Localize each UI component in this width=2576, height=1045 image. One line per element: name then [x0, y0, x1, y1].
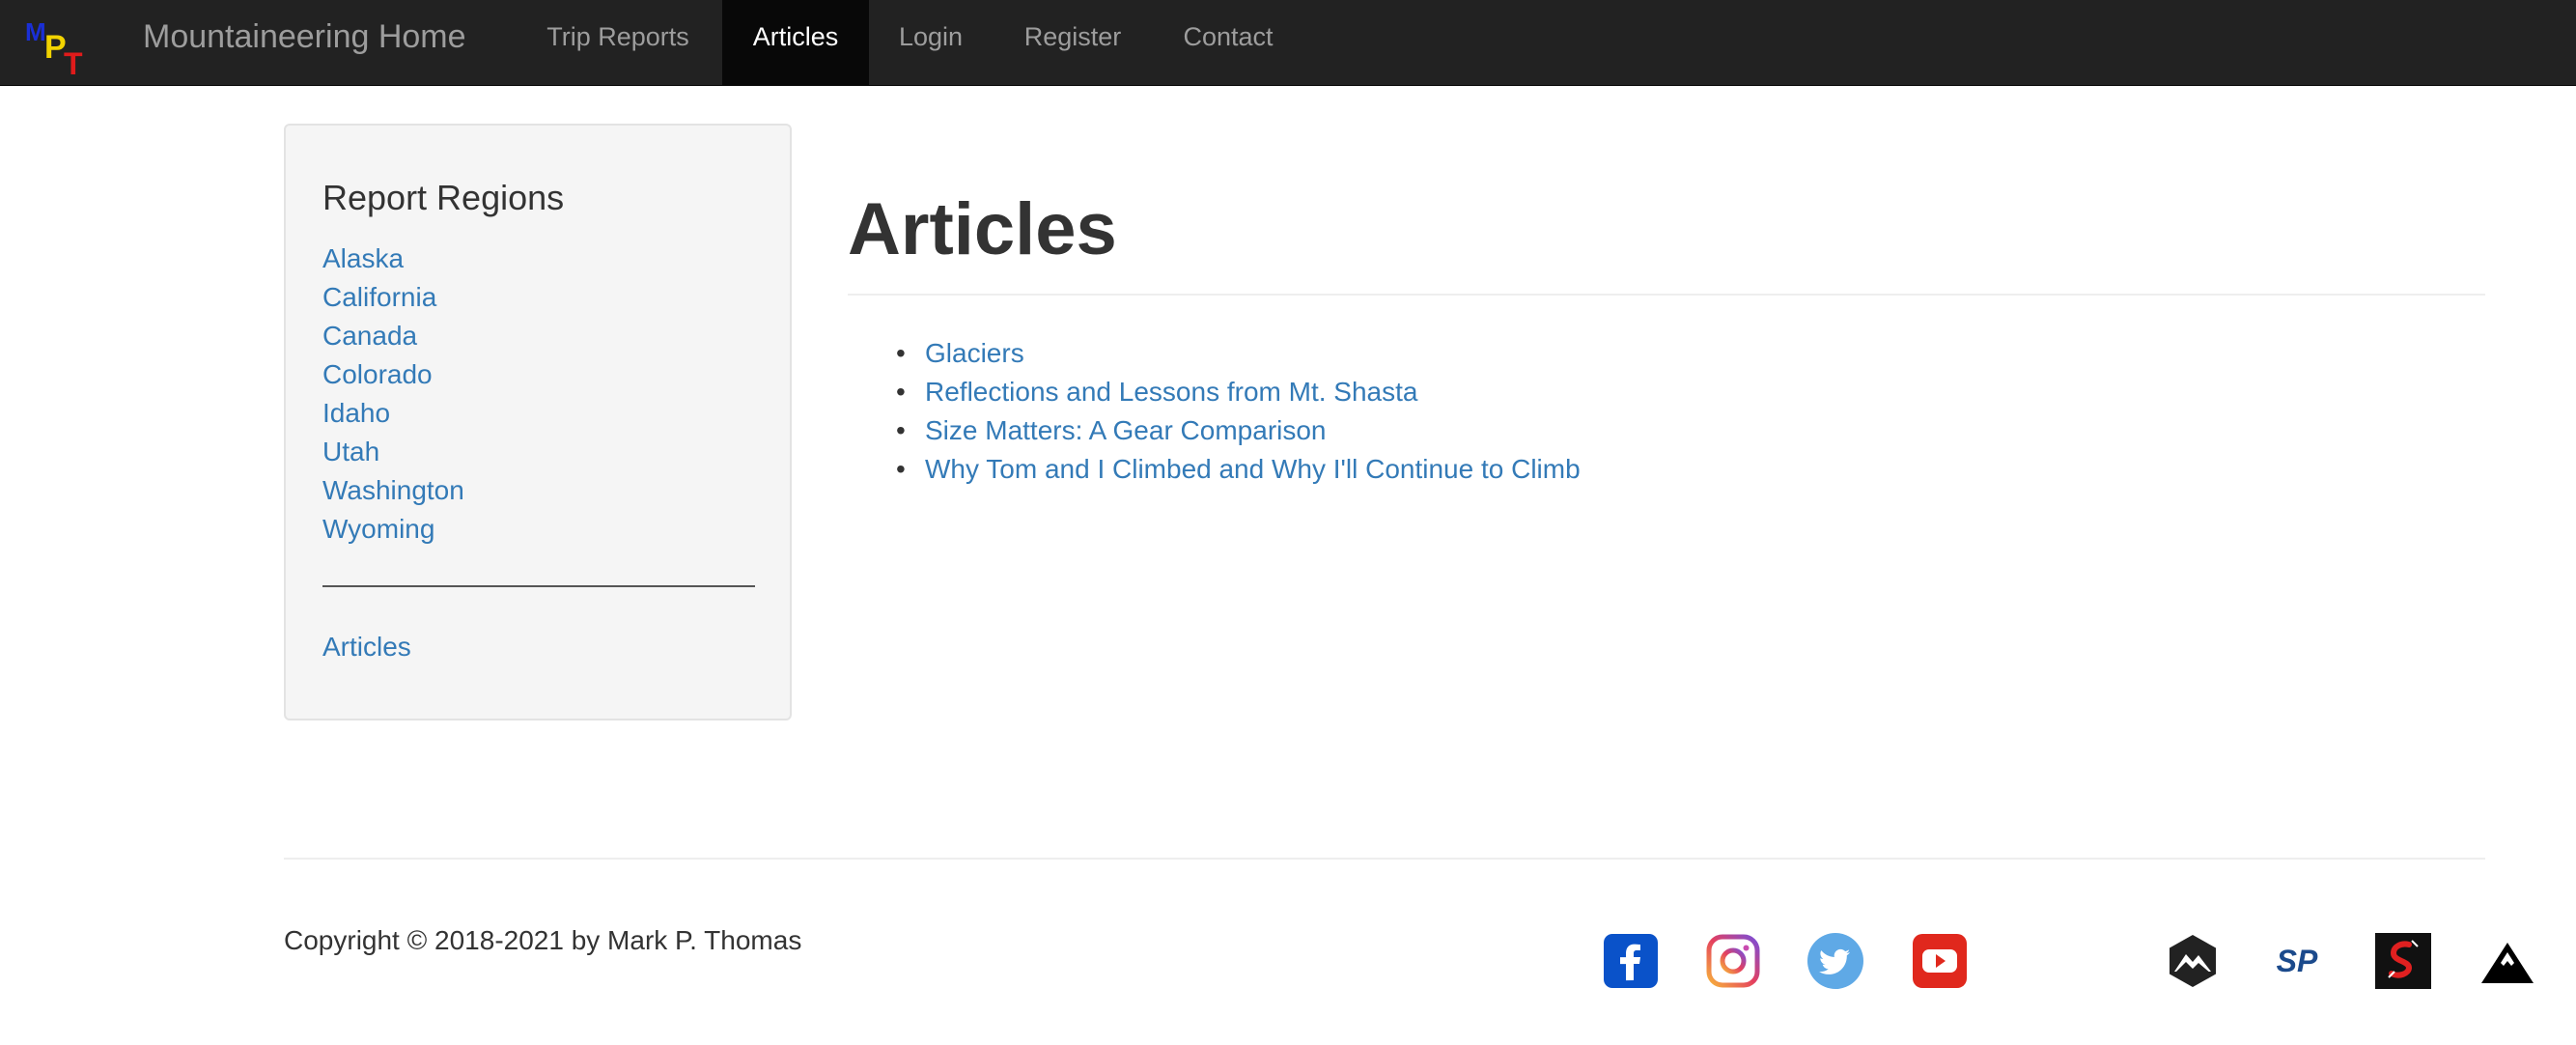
title-divider: [848, 294, 2485, 296]
list-item: Idaho: [322, 394, 464, 433]
region-link-idaho[interactable]: Idaho: [322, 398, 390, 428]
list-item: • Size Matters: A Gear Comparison: [896, 411, 1581, 450]
region-link-california[interactable]: California: [322, 282, 436, 312]
bullet-icon: •: [896, 454, 906, 484]
region-list: Alaska California Canada Colorado Idaho …: [322, 240, 464, 549]
sidebar-heading: Report Regions: [322, 178, 565, 217]
copyright-text: Copyright © 2018-2021 by Mark P. Thomas: [284, 925, 802, 955]
sidebar-articles-link[interactable]: Articles: [322, 632, 411, 662]
svg-text:SP: SP: [2277, 944, 2318, 978]
twitter-icon[interactable]: [1807, 933, 1863, 989]
nav-home-link[interactable]: Mountaineering Home: [143, 0, 466, 86]
list-item: Canada: [322, 317, 464, 355]
summitpost-icon[interactable]: SP: [2269, 933, 2325, 989]
sidebar-divider: [322, 585, 755, 587]
region-link-canada[interactable]: Canada: [322, 321, 417, 351]
list-item: Wyoming: [322, 510, 464, 549]
region-link-washington[interactable]: Washington: [322, 475, 464, 505]
nav-contact[interactable]: Contact: [1153, 0, 1303, 86]
logo-letter-t: T: [64, 46, 83, 81]
peakbagger-icon[interactable]: [2165, 933, 2221, 989]
region-link-wyoming[interactable]: Wyoming: [322, 514, 434, 544]
article-link-glaciers[interactable]: Glaciers: [925, 338, 1024, 368]
bullet-icon: •: [896, 338, 906, 368]
list-item: California: [322, 278, 464, 317]
nav-login[interactable]: Login: [869, 0, 993, 86]
site-logo[interactable]: M P T: [23, 17, 87, 81]
bullet-icon: •: [896, 377, 906, 407]
footer-divider: [284, 858, 2485, 860]
list-item: Alaska: [322, 240, 464, 278]
strava-icon[interactable]: [2375, 933, 2431, 989]
logo-letter-m: M: [25, 17, 46, 46]
list-item: Washington: [322, 471, 464, 510]
region-link-colorado[interactable]: Colorado: [322, 359, 433, 389]
facebook-icon[interactable]: [1603, 933, 1659, 989]
list-item: • Glaciers: [896, 334, 1581, 373]
region-link-alaska[interactable]: Alaska: [322, 243, 404, 273]
list-item: Utah: [322, 433, 464, 471]
region-link-utah[interactable]: Utah: [322, 437, 379, 466]
nav-trip-reports[interactable]: Trip Reports: [516, 0, 720, 86]
top-navbar: M P T Mountaineering Home Trip Reports A…: [0, 0, 2576, 86]
nav-articles[interactable]: Articles: [722, 0, 869, 86]
article-link-gear-comparison[interactable]: Size Matters: A Gear Comparison: [925, 415, 1327, 445]
youtube-icon[interactable]: [1912, 933, 1968, 989]
list-item: Colorado: [322, 355, 464, 394]
list-item: • Reflections and Lessons from Mt. Shasta: [896, 373, 1581, 411]
nav-register[interactable]: Register: [993, 0, 1153, 86]
mountain-project-icon[interactable]: [2479, 933, 2535, 989]
article-list: • Glaciers • Reflections and Lessons from …: [896, 334, 1581, 489]
instagram-icon[interactable]: [1705, 933, 1761, 989]
list-item: • Why Tom and I Climbed and Why I'll Cont…: [896, 450, 1581, 489]
report-regions-sidebar: Report Regions Alaska California Canada …: [284, 124, 792, 720]
page-title: Articles: [848, 188, 1117, 270]
article-link-why-climb[interactable]: Why Tom and I Climbed and Why I'll Conti…: [925, 454, 1581, 484]
bullet-icon: •: [896, 415, 906, 445]
article-link-shasta[interactable]: Reflections and Lessons from Mt. Shasta: [925, 377, 1417, 407]
